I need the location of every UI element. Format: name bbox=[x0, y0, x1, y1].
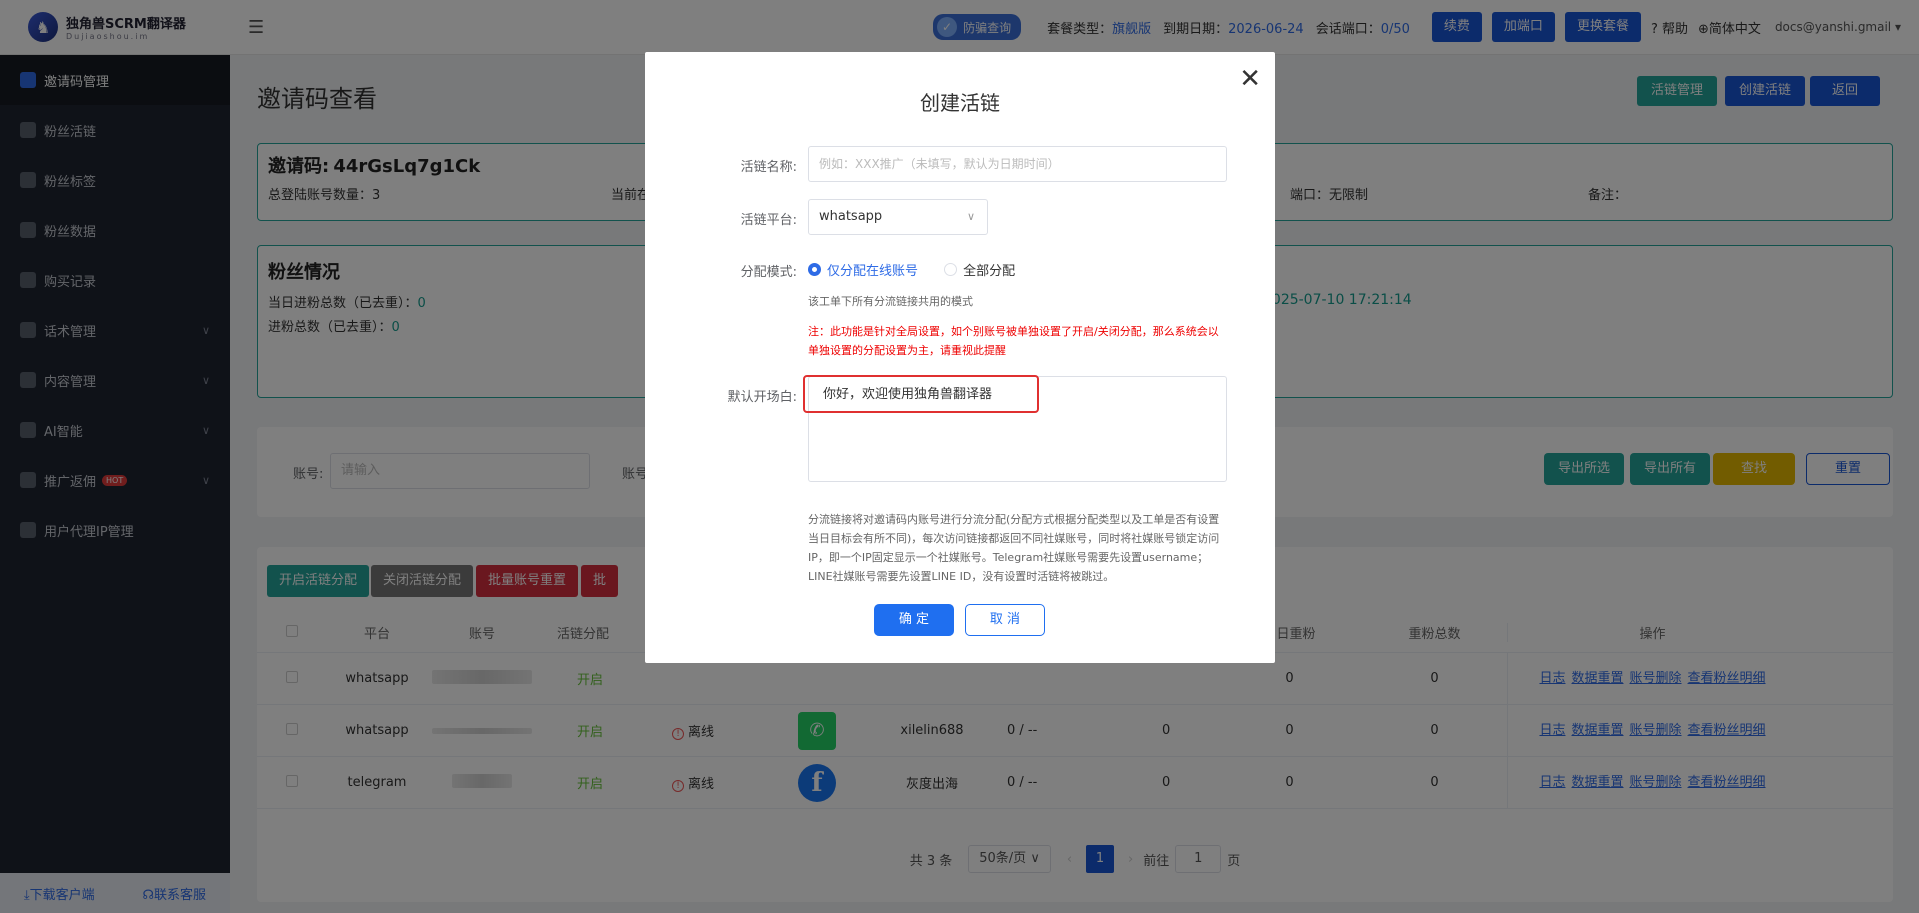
mode-all-radio[interactable]: 全部分配 bbox=[944, 260, 1015, 279]
greeting-textarea[interactable]: 你好，欢迎使用独角兽翻译器 bbox=[803, 375, 1227, 482]
mode-hint: 该工单下所有分流链接共用的模式 bbox=[808, 295, 973, 308]
platform-select[interactable]: whatsapp ∨ bbox=[808, 199, 988, 235]
dialog-title: 创建活链 bbox=[920, 91, 1000, 115]
mode-online-only-radio[interactable]: 仅分配在线账号 bbox=[808, 260, 918, 279]
highlight-box bbox=[803, 375, 1039, 413]
dialog-description: 分流链接将对邀请码内账号进行分流分配(分配方式根据分配类型以及工单是否有设置当日… bbox=[808, 513, 1220, 583]
confirm-button[interactable]: 确 定 bbox=[874, 604, 954, 636]
cancel-button[interactable]: 取 消 bbox=[965, 604, 1045, 636]
close-icon[interactable]: ✕ bbox=[1239, 64, 1261, 94]
huolian-name-input[interactable]: 例如：XXX推广（未填写，默认为日期时间） bbox=[808, 146, 1227, 182]
create-huolian-dialog: 创建活链 ✕ 活链名称: 例如：XXX推广（未填写，默认为日期时间） 活链平台:… bbox=[645, 52, 1275, 663]
chevron-down-icon: ∨ bbox=[966, 210, 975, 223]
mode-note: 注：此功能是针对全局设置，如个别账号被单独设置了开启/关闭分配，那么系统会以单独… bbox=[808, 325, 1219, 357]
